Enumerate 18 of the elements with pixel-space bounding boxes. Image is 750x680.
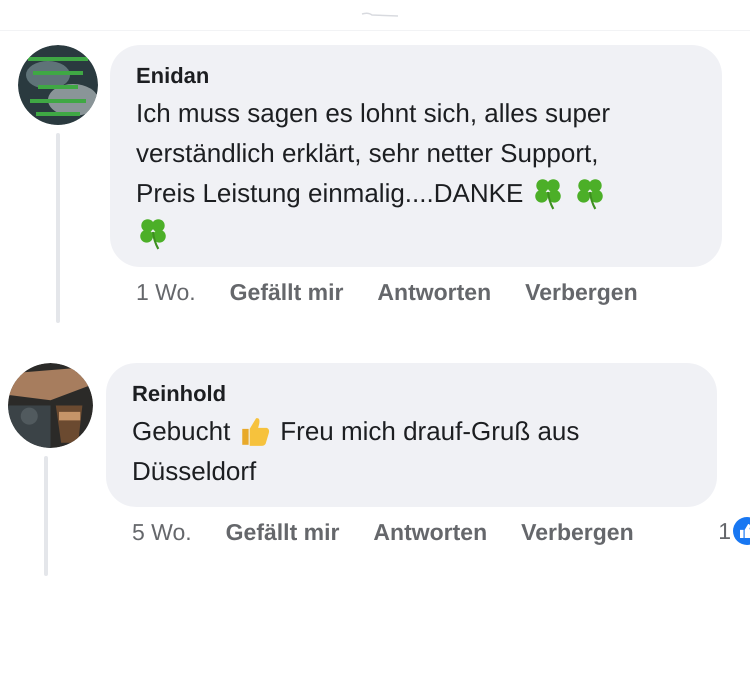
grabber-icon xyxy=(360,12,400,18)
comment-text: verständlich erklärt, sehr netter Support, xyxy=(136,137,598,170)
author-name: Enidan xyxy=(136,63,210,89)
action-link[interactable]: Verbergen xyxy=(521,519,634,546)
action-link[interactable]: Antworten xyxy=(377,279,492,306)
comment-text: Ich muss sagen es lohnt sich, alles super xyxy=(136,97,610,130)
timestamp: 1 Wo. xyxy=(136,279,196,306)
timestamp: 5 Wo. xyxy=(132,519,192,546)
action-link[interactable]: Gefällt mir xyxy=(230,279,344,306)
action-link[interactable]: Verbergen xyxy=(525,279,638,306)
action-link[interactable]: Gefällt mir xyxy=(226,519,340,546)
comment-text: Preis Leistung einmalig....DANKE xyxy=(136,177,524,210)
comment-text: Gebucht xyxy=(132,415,230,448)
action-link[interactable]: Antworten xyxy=(373,519,488,546)
comment-text: Freu mich drauf-Gruß aus xyxy=(280,415,580,448)
reaction-count: 1 xyxy=(718,518,731,544)
author-name: Reinhold xyxy=(132,381,228,407)
comment-text: Düsseldorf xyxy=(132,455,256,488)
